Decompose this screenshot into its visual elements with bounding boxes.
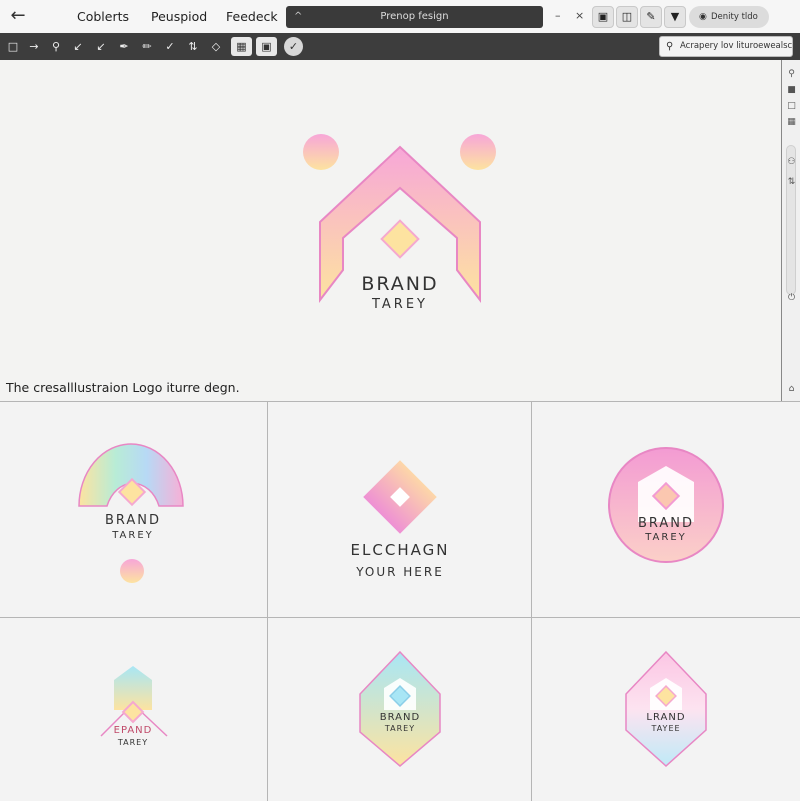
main-logo-artwork (303, 134, 496, 303)
user-account-pill[interactable]: ◉ Denity tldo (689, 6, 769, 28)
project-title-field[interactable]: ^ Prenop fesign (286, 6, 543, 28)
user-label: Denity tldo (711, 12, 758, 22)
monitor-icon[interactable]: ▣ (592, 6, 614, 28)
variant-name: ELCCHAGN (350, 541, 450, 559)
square-icon[interactable]: ■ (785, 84, 798, 96)
variant-card[interactable]: EPAND TAREY (0, 618, 268, 801)
pen-icon[interactable]: ✒ (114, 37, 134, 56)
power-icon[interactable]: ⏻ (785, 292, 798, 304)
variant-card[interactable]: BRAND TAREY (268, 618, 532, 801)
hexagon-outline-logo (625, 650, 707, 768)
variant-tagline: TAREY (117, 738, 149, 747)
title-bar: ← Coblerts Peuspiod Feedeck ^ Prenop fes… (0, 0, 800, 33)
main-logo-name: BRAND (361, 273, 439, 295)
decor-dot-left (303, 134, 339, 170)
variant-name: BRAND (379, 712, 421, 723)
variant-name: EPAND (113, 725, 153, 736)
variant-card[interactable]: BRAND TAREY (532, 402, 800, 618)
variant-name: BRAND (637, 516, 695, 531)
close-button[interactable]: × (575, 9, 584, 22)
confirm-check-icon[interactable]: ✓ (284, 37, 303, 56)
canvas-caption: The cresalllustraion Logo iturre degn. (6, 380, 240, 395)
chevron-up-icon: ^ (294, 11, 303, 22)
select-rect-icon[interactable]: □ (3, 37, 23, 56)
tower-logo (100, 666, 168, 737)
search-placeholder: Acrapery lov lituroewealsc. (680, 41, 793, 51)
person-icon[interactable]: ⚇ (785, 156, 798, 168)
pin-icon[interactable]: ▼ (664, 6, 686, 28)
variant-name: BRAND (104, 513, 162, 528)
tool-bar: □ → ⚲ ↙ ↙ ✒ ✏ ✓ ⇅ ◇ ▦ ▣ ✓ ⚲ Acrapery lov… (0, 33, 800, 60)
variant-card[interactable]: BRAND TAREY (0, 402, 268, 618)
minimize-button[interactable]: – (555, 9, 561, 22)
diamond-logo (363, 460, 437, 534)
menu-item-1[interactable]: Coblerts (77, 0, 129, 33)
decor-dot-right (460, 134, 496, 170)
eyedropper-icon[interactable]: ✓ (160, 37, 180, 56)
direct-select-icon[interactable]: ↙ (91, 37, 111, 56)
right-panel-rail: ⚲ ■ □ ▦ ⚇ ⇅ ⏻ ⌂ (781, 60, 800, 401)
menu-item-3[interactable]: Feedeck (226, 0, 278, 33)
design-canvas[interactable]: BRAND TAREY (0, 60, 781, 401)
frame-icon[interactable]: □ (785, 100, 798, 112)
rainbow-arch-logo (78, 443, 184, 583)
circle-badge-logo (608, 447, 724, 563)
grid-icon[interactable]: ▦ (231, 37, 252, 56)
artboard-icon[interactable]: ▣ (256, 37, 277, 56)
transform-icon[interactable]: ⇅ (785, 176, 798, 188)
back-arrow-icon[interactable]: ← (8, 6, 28, 26)
variant-card[interactable]: LRAND TAYEE (532, 618, 800, 801)
variant-tagline: TAYEE (651, 724, 681, 733)
project-title: Prenop fesign (380, 11, 449, 22)
variant-card[interactable]: ELCCHAGN YOUR HERE (268, 402, 532, 618)
variant-tagline: TAREY (112, 530, 154, 541)
arrow-right-icon[interactable]: → (24, 37, 44, 56)
grid-icon[interactable]: ▦ (785, 116, 798, 128)
hexagon-logo (359, 650, 441, 767)
variant-tagline: TAREY (384, 724, 416, 733)
logo-variants-grid: BRAND TAREY ELCCHAGN YOUR HERE BRAND TAR… (0, 401, 800, 801)
zoom-icon[interactable]: ⚲ (46, 37, 66, 56)
pencil-icon[interactable]: ✏ (137, 37, 157, 56)
search-input[interactable]: ⚲ Acrapery lov lituroewealsc. (659, 36, 793, 57)
diamond-mark (380, 219, 420, 259)
user-icon: ◉ (699, 12, 707, 22)
search-icon: ⚲ (666, 41, 674, 52)
variant-name: LRAND (646, 712, 686, 723)
search-icon[interactable]: ⚲ (785, 68, 798, 80)
brush-icon[interactable]: ✎ (640, 6, 662, 28)
shape-tool-icon[interactable]: ◇ (206, 37, 226, 56)
menu-item-2[interactable]: Peuspiod (151, 0, 207, 33)
variant-tagline: TAREY (645, 532, 687, 543)
home-icon[interactable]: ⌂ (785, 383, 798, 395)
variant-tagline: YOUR HERE (356, 565, 444, 579)
main-logo-tagline: TAREY (371, 297, 428, 312)
transform-icon[interactable]: ⇅ (183, 37, 203, 56)
pointer-icon[interactable]: ↙ (68, 37, 88, 56)
layers-icon[interactable]: ◫ (616, 6, 638, 28)
